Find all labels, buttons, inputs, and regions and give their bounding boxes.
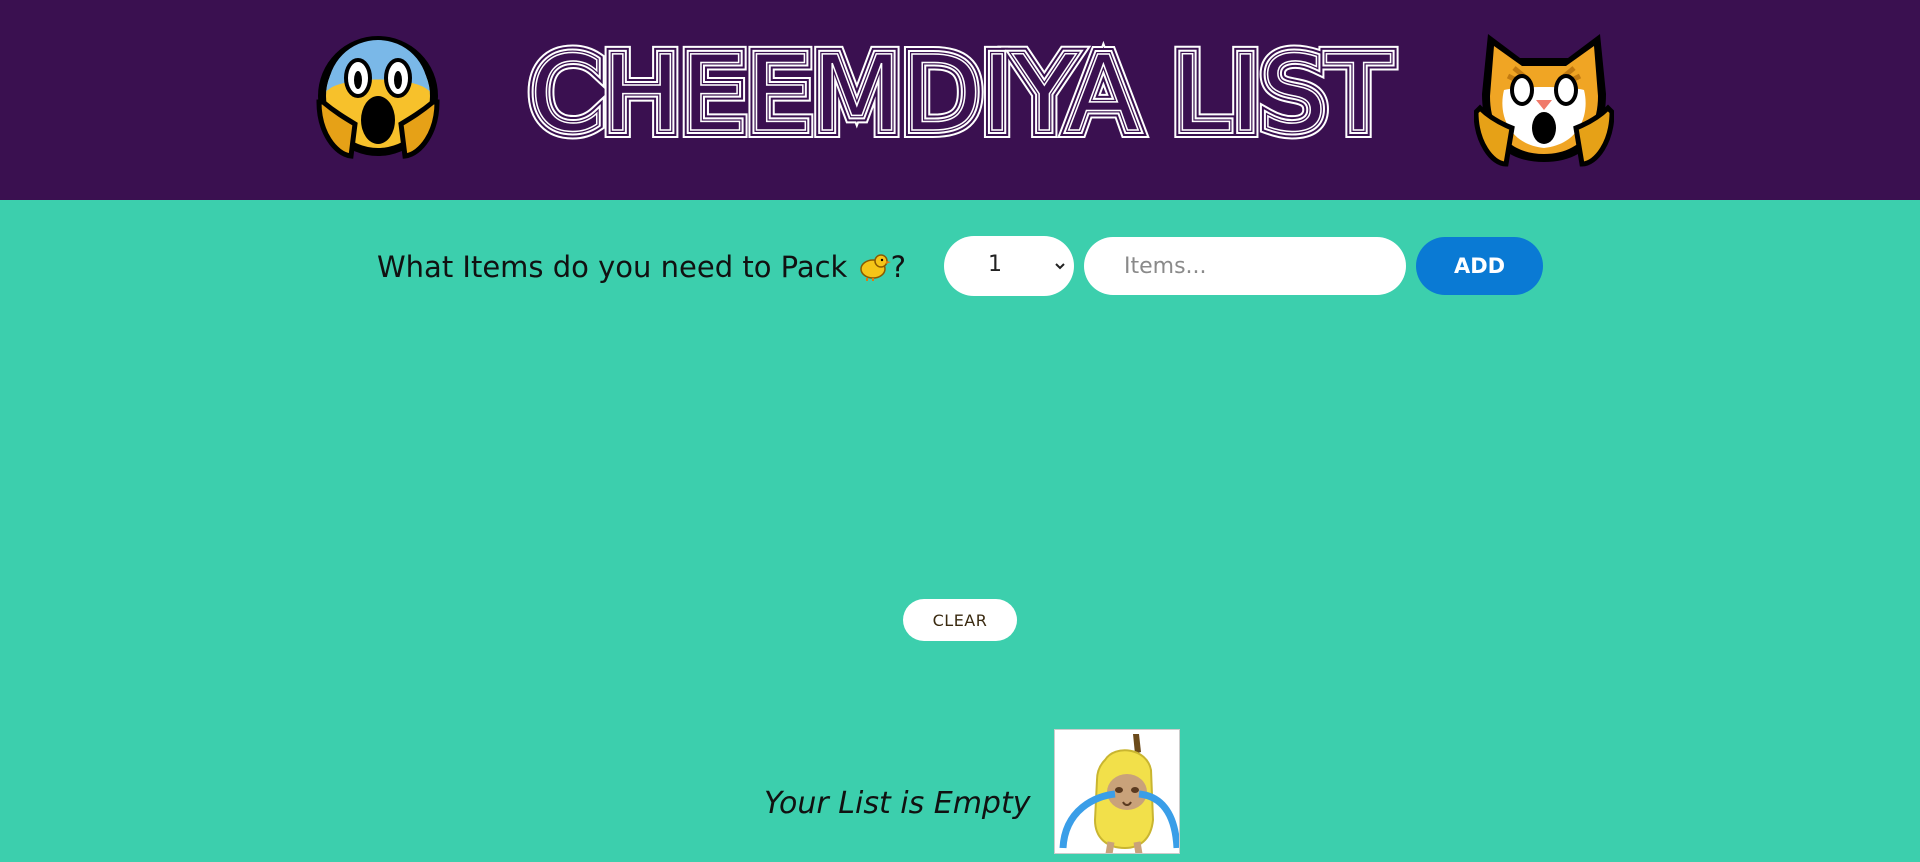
chevron-down-icon <box>1055 263 1065 270</box>
weary-cat-icon <box>1474 34 1614 167</box>
add-item-form: What Items do you need to Pack ? 1 ADD <box>0 236 1920 296</box>
add-button[interactable]: ADD <box>1416 237 1543 295</box>
clear-button[interactable]: CLEAR <box>903 599 1017 641</box>
quantity-value: 1 <box>988 252 1002 277</box>
empty-list-image <box>1054 729 1180 854</box>
items-input[interactable] <box>1084 237 1406 295</box>
crying-banana-cat-icon <box>1055 730 1179 853</box>
page-title: CHEEMDIYA LIST CHEEMDIYA LIST CHEEMDIYA … <box>522 30 1399 160</box>
chick-icon <box>859 254 891 281</box>
question-text: What Items do you need to Pack <box>377 250 848 284</box>
question-suffix: ? <box>890 250 906 284</box>
header: CHEEMDIYA LIST CHEEMDIYA LIST CHEEMDIYA … <box>0 0 1920 200</box>
empty-list-message: Your List is Empty <box>764 786 1031 821</box>
svg-text:CHEEMDIYA LIST: CHEEMDIYA LIST <box>530 33 1391 155</box>
quantity-select[interactable]: 1 <box>944 236 1074 296</box>
face-screaming-in-fear-icon <box>316 36 440 159</box>
question-label: What Items do you need to Pack ? <box>377 250 906 284</box>
